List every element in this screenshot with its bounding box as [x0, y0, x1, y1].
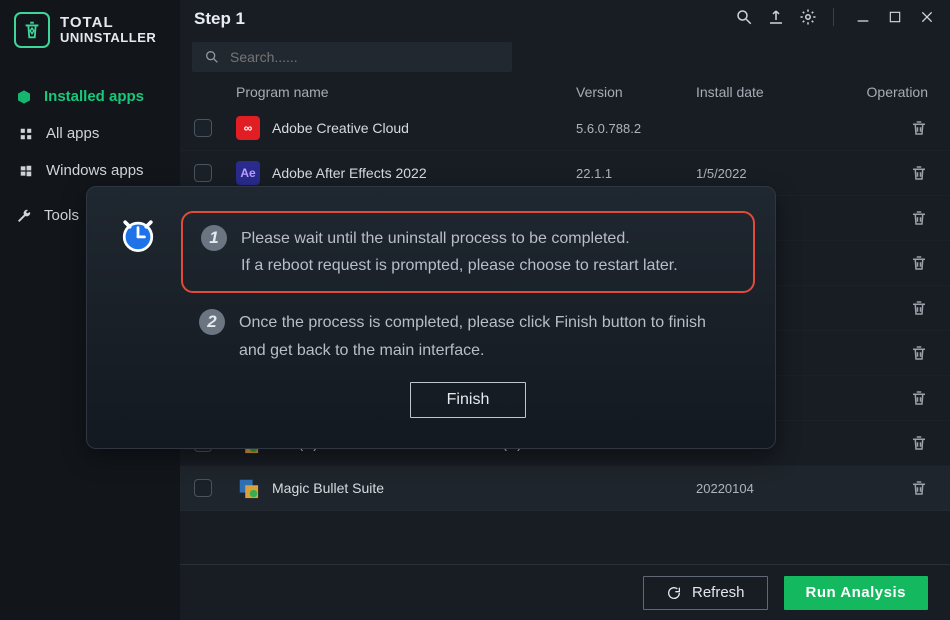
install-date: 20220104 — [696, 481, 846, 496]
program-name: Adobe Creative Cloud — [272, 120, 409, 136]
run-analysis-button[interactable]: Run Analysis — [784, 576, 928, 610]
col-version: Version — [576, 84, 696, 100]
search-bar[interactable] — [192, 42, 512, 72]
refresh-icon — [666, 585, 682, 601]
trash-icon — [910, 299, 928, 317]
app-icon — [236, 476, 260, 500]
program-version: 22.1.1 — [576, 166, 696, 181]
trash-icon — [910, 119, 928, 137]
trash-icon — [910, 254, 928, 272]
search-icon — [204, 49, 220, 65]
gear-icon[interactable] — [797, 6, 819, 28]
step-number-2: 2 — [199, 309, 225, 335]
col-operation: Operation — [846, 84, 936, 100]
step2-text: Once the process is completed, please cl… — [239, 309, 737, 363]
delete-button[interactable] — [846, 299, 936, 317]
trash-icon — [910, 164, 928, 182]
upload-icon[interactable] — [765, 6, 787, 28]
recycle-bin-icon — [14, 12, 50, 48]
row-checkbox[interactable] — [194, 119, 212, 137]
refresh-label: Refresh — [692, 584, 745, 601]
delete-button[interactable] — [846, 254, 936, 272]
step-number-1: 1 — [201, 225, 227, 251]
cube-icon — [16, 89, 32, 105]
table-row[interactable]: Magic Bullet Suite 20220104 — [180, 466, 950, 511]
delete-button[interactable] — [846, 434, 936, 452]
table-row[interactable]: ∞ Adobe Creative Cloud 5.6.0.788.2 — [180, 106, 950, 151]
sidebar-label: Installed apps — [44, 88, 144, 105]
app-logo: TOTAL UNINSTALLER — [0, 0, 180, 60]
instruction-step-2: 2 Once the process is completed, please … — [181, 293, 755, 363]
trash-icon — [910, 479, 928, 497]
row-checkbox[interactable] — [194, 479, 212, 497]
brand-bottom: UNINSTALLER — [60, 31, 156, 45]
app-icon: ∞ — [236, 116, 260, 140]
titlebar: Step 1 — [180, 0, 950, 34]
sidebar-item-all-apps[interactable]: All apps — [0, 115, 180, 152]
install-date: 1/5/2022 — [696, 166, 846, 181]
sidebar-item-installed-apps[interactable]: Installed apps — [0, 78, 180, 115]
minimize-icon[interactable] — [852, 6, 874, 28]
run-label: Run Analysis — [806, 584, 906, 601]
table-header: Program name Version Install date Operat… — [180, 78, 950, 106]
refresh-button[interactable]: Refresh — [643, 576, 768, 610]
sidebar-label: Windows apps — [46, 162, 144, 179]
clock-icon — [115, 211, 161, 257]
search-icon[interactable] — [733, 6, 755, 28]
program-version: 5.6.0.788.2 — [576, 121, 696, 136]
grid-icon — [18, 126, 34, 142]
maximize-icon[interactable] — [884, 6, 906, 28]
close-icon[interactable] — [916, 6, 938, 28]
sidebar-label: Tools — [44, 207, 79, 224]
sidebar-item-windows-apps[interactable]: Windows apps — [0, 152, 180, 189]
step-title: Step 1 — [194, 9, 245, 29]
instruction-step-1: 1 Please wait until the uninstall proces… — [181, 211, 755, 293]
step1-line1: Please wait until the uninstall process … — [241, 225, 678, 252]
titlebar-separator — [833, 8, 834, 26]
program-name: Adobe After Effects 2022 — [272, 165, 427, 181]
trash-icon — [910, 209, 928, 227]
program-name: Magic Bullet Suite — [272, 480, 384, 496]
windows-icon — [18, 163, 34, 179]
search-input[interactable] — [230, 49, 500, 65]
finish-button[interactable]: Finish — [410, 382, 527, 418]
step1-line2: If a reboot request is prompted, please … — [241, 252, 678, 279]
trash-icon — [910, 344, 928, 362]
row-checkbox[interactable] — [194, 164, 212, 182]
delete-button[interactable] — [846, 344, 936, 362]
col-name: Program name — [234, 84, 576, 100]
sidebar-label: All apps — [46, 125, 99, 142]
finish-label: Finish — [447, 391, 490, 409]
app-icon: Ae — [236, 161, 260, 185]
col-date: Install date — [696, 84, 846, 100]
footer-bar: Refresh Run Analysis — [180, 564, 950, 620]
delete-button[interactable] — [846, 389, 936, 407]
trash-icon — [910, 434, 928, 452]
delete-button[interactable] — [846, 209, 936, 227]
delete-button[interactable] — [846, 479, 936, 497]
brand-top: TOTAL — [60, 15, 156, 31]
delete-button[interactable] — [846, 119, 936, 137]
uninstall-progress-dialog: 1 Please wait until the uninstall proces… — [86, 186, 776, 449]
delete-button[interactable] — [846, 164, 936, 182]
wrench-icon — [16, 208, 32, 224]
trash-icon — [910, 389, 928, 407]
